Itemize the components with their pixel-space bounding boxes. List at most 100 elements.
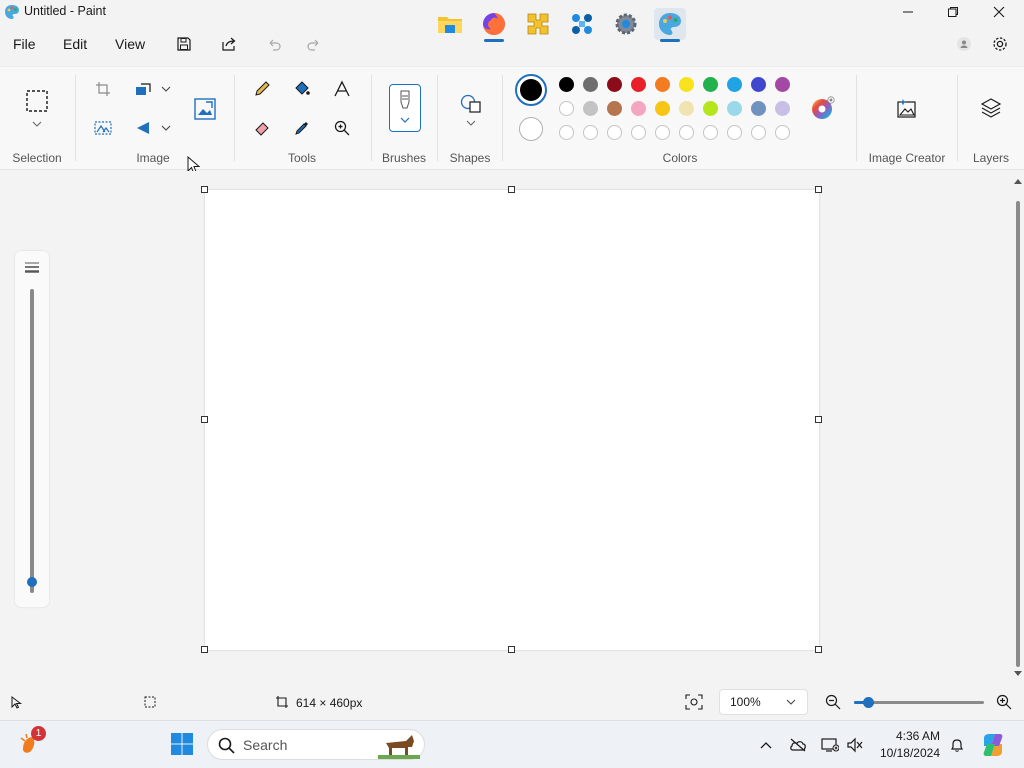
magnifier-button[interactable]: [328, 114, 356, 142]
eraser-tool-button[interactable]: [248, 114, 276, 142]
canvas-resize-handle[interactable]: [815, 416, 822, 423]
color-picker-button[interactable]: [288, 114, 316, 142]
color-swatch[interactable]: [631, 77, 646, 92]
brush-size-slider[interactable]: [15, 251, 49, 607]
canvas-resize-handle[interactable]: [815, 186, 822, 193]
select-all-transparent-button[interactable]: [89, 114, 117, 142]
rotate-flip-button[interactable]: [130, 114, 158, 142]
color-swatch[interactable]: [559, 77, 574, 92]
widgets-button[interactable]: 1: [15, 726, 47, 759]
custom-color-slot[interactable]: [703, 125, 718, 140]
color-swatch[interactable]: [727, 101, 742, 116]
taskbar-time[interactable]: 4:36 AM: [872, 729, 940, 743]
color-swatch[interactable]: [583, 77, 598, 92]
tray-network[interactable]: [819, 734, 841, 756]
custom-color-slot[interactable]: [655, 125, 670, 140]
undo-button[interactable]: [262, 32, 286, 56]
taskbar-app-blue[interactable]: [566, 8, 598, 40]
share-button[interactable]: [217, 32, 241, 56]
custom-color-slot[interactable]: [751, 125, 766, 140]
fit-to-window-icon[interactable]: [685, 694, 703, 710]
rotate-dropdown[interactable]: [156, 114, 176, 142]
menu-edit[interactable]: Edit: [63, 36, 87, 52]
taskbar-firefox[interactable]: [478, 8, 510, 42]
taskbar-paint[interactable]: [654, 8, 686, 42]
edit-colors-button[interactable]: [809, 94, 837, 122]
secondary-color-button[interactable]: [519, 117, 543, 141]
custom-color-slot[interactable]: [607, 125, 622, 140]
scroll-down-arrow-icon[interactable]: [1013, 670, 1023, 678]
fill-tool-button[interactable]: [288, 75, 316, 103]
canvas-resize-handle[interactable]: [201, 646, 208, 653]
shapes-dropdown[interactable]: [461, 117, 481, 129]
taskbar-settings[interactable]: [610, 8, 642, 40]
redo-button[interactable]: [302, 32, 326, 56]
tray-volume[interactable]: [844, 734, 866, 756]
selection-tool-button[interactable]: [23, 87, 51, 115]
taskbar-date[interactable]: 10/18/2024: [872, 746, 940, 760]
color-swatch[interactable]: [703, 101, 718, 116]
drawing-canvas[interactable]: [205, 190, 819, 650]
start-button[interactable]: [166, 728, 198, 760]
color-swatch[interactable]: [655, 77, 670, 92]
vertical-scrollbar-thumb[interactable]: [1016, 201, 1020, 667]
save-button[interactable]: [172, 32, 196, 56]
color-swatch[interactable]: [751, 101, 766, 116]
custom-color-slot[interactable]: [583, 125, 598, 140]
canvas-resize-handle[interactable]: [508, 646, 515, 653]
brush-size-track[interactable]: [30, 289, 34, 593]
account-button[interactable]: [952, 32, 976, 56]
canvas-resize-handle[interactable]: [815, 646, 822, 653]
resize-button[interactable]: [130, 75, 158, 103]
color-swatch[interactable]: [631, 101, 646, 116]
taskbar-file-explorer[interactable]: [434, 8, 466, 40]
close-button[interactable]: [976, 0, 1022, 24]
color-swatch[interactable]: [607, 101, 622, 116]
scroll-up-arrow-icon[interactable]: [1013, 177, 1023, 185]
restore-button[interactable]: [930, 0, 976, 24]
taskbar-search-box[interactable]: Search: [207, 729, 425, 760]
settings-button[interactable]: [988, 32, 1012, 56]
color-swatch[interactable]: [703, 77, 718, 92]
custom-color-slot[interactable]: [775, 125, 790, 140]
selection-dropdown[interactable]: [27, 117, 47, 131]
color-swatch[interactable]: [583, 101, 598, 116]
crop-button[interactable]: [89, 75, 117, 103]
layers-button[interactable]: [977, 94, 1005, 122]
canvas-resize-handle[interactable]: [508, 186, 515, 193]
tray-notifications[interactable]: [946, 734, 968, 756]
show-hidden-icons-button[interactable]: [755, 734, 777, 756]
resize-dropdown[interactable]: [156, 75, 176, 103]
text-tool-button[interactable]: [328, 75, 356, 103]
brushes-button[interactable]: [389, 84, 421, 132]
color-swatch[interactable]: [607, 77, 622, 92]
canvas-resize-handle[interactable]: [201, 416, 208, 423]
pencil-tool-button[interactable]: [248, 75, 276, 103]
color-swatch[interactable]: [679, 77, 694, 92]
custom-color-slot[interactable]: [679, 125, 694, 140]
custom-color-slot[interactable]: [559, 125, 574, 140]
brush-size-thumb[interactable]: [27, 576, 37, 587]
minimize-button[interactable]: [885, 0, 931, 24]
zoom-out-icon[interactable]: [825, 694, 841, 710]
color-swatch[interactable]: [775, 77, 790, 92]
zoom-in-icon[interactable]: [996, 694, 1012, 710]
color-swatch[interactable]: [751, 77, 766, 92]
canvas-resize-handle[interactable]: [201, 186, 208, 193]
zoom-dropdown[interactable]: 100%: [719, 689, 808, 715]
tray-copilot[interactable]: [979, 731, 1007, 759]
taskbar-app-yellow[interactable]: [522, 8, 554, 40]
color-swatch[interactable]: [775, 101, 790, 116]
menu-view[interactable]: View: [115, 36, 145, 52]
shapes-button[interactable]: [455, 89, 487, 119]
menu-file[interactable]: File: [13, 36, 36, 52]
custom-color-slot[interactable]: [631, 125, 646, 140]
custom-color-slot[interactable]: [727, 125, 742, 140]
image-adjust-button[interactable]: [190, 94, 220, 124]
tray-onedrive[interactable]: [787, 734, 809, 756]
image-creator-button[interactable]: [892, 94, 922, 124]
color-swatch[interactable]: [679, 101, 694, 116]
color-swatch[interactable]: [655, 101, 670, 116]
primary-color-button[interactable]: [515, 74, 547, 106]
color-swatch[interactable]: [559, 101, 574, 116]
